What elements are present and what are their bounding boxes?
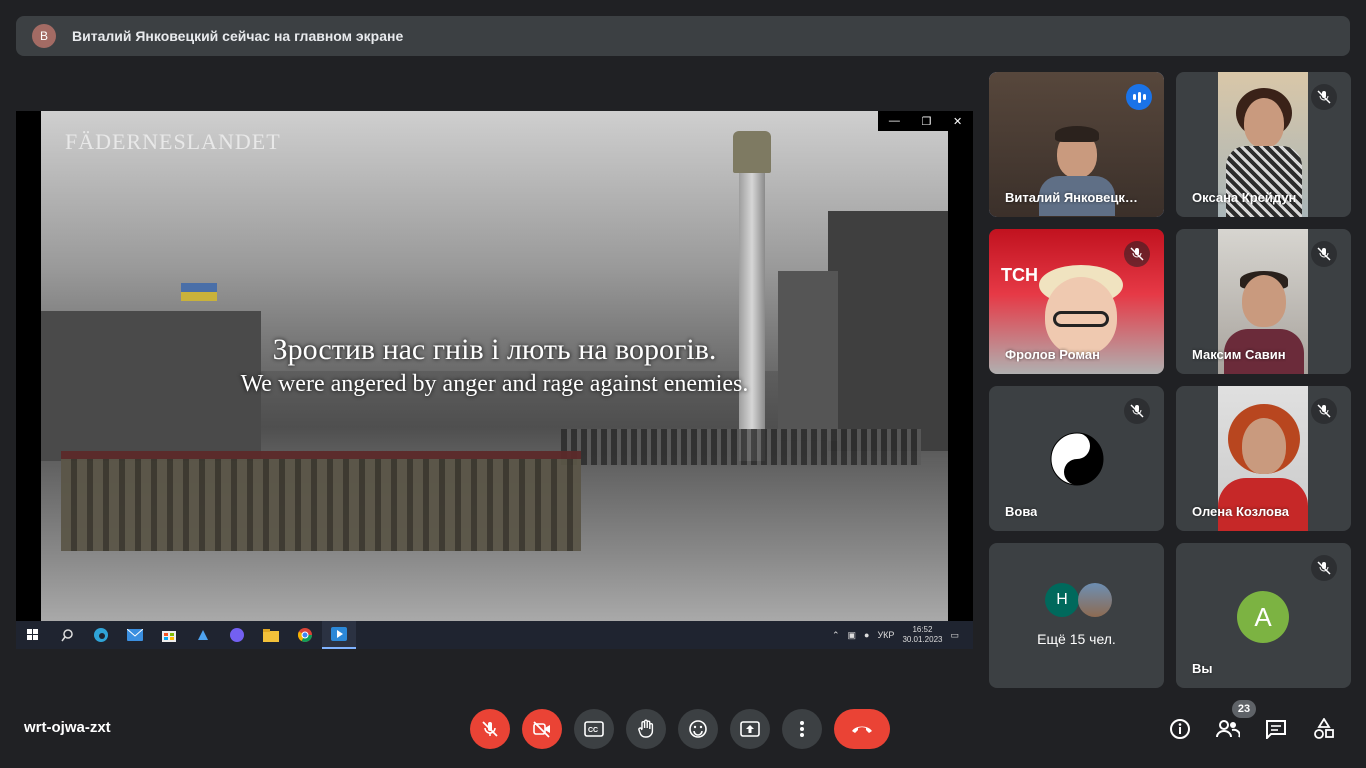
- present-screen-icon: [740, 721, 760, 737]
- search-icon[interactable]: [50, 621, 84, 649]
- mic-off-icon: [1124, 398, 1150, 424]
- people-icon: [1216, 720, 1240, 738]
- people-button[interactable]: [1213, 714, 1243, 744]
- mic-off-icon: [1311, 84, 1337, 110]
- face-shape: [1242, 418, 1286, 474]
- camera-toggle-button[interactable]: [522, 709, 562, 749]
- microphone-icon[interactable]: ●: [864, 630, 869, 640]
- mic-off-icon: [1311, 398, 1337, 424]
- chat-icon: [1266, 720, 1286, 739]
- participant-name: Оксана Крейдун: [1192, 190, 1297, 205]
- leave-call-button[interactable]: [834, 709, 890, 749]
- reactions-button[interactable]: [678, 709, 718, 749]
- emoji-icon: [689, 720, 707, 738]
- monument-capital: [733, 131, 771, 173]
- mic-off-icon: [1311, 555, 1337, 581]
- info-icon: [1170, 719, 1190, 739]
- file-explorer-icon[interactable]: [254, 621, 288, 649]
- edge-icon[interactable]: [84, 621, 118, 649]
- present-screen-button[interactable]: [730, 709, 770, 749]
- app-icon[interactable]: [186, 621, 220, 649]
- participant-name: Фролов Роман: [1005, 347, 1100, 362]
- system-tray: ⌃ ▣ ● УКР 16:52 30.01.2023 ▭: [832, 621, 959, 649]
- raise-hand-button[interactable]: [626, 709, 666, 749]
- participant-tile[interactable]: ТСН Фролов Роман: [989, 229, 1164, 374]
- video-logo: FÄDERNESLANDET: [65, 129, 281, 154]
- presenter-avatar: В: [32, 24, 56, 48]
- participant-name: Вы: [1192, 661, 1213, 676]
- captions-icon: CC: [584, 721, 604, 737]
- participant-tile[interactable]: Вова: [989, 386, 1164, 531]
- participant-avatar-photo: [1078, 583, 1112, 617]
- video-crowd: [561, 429, 921, 465]
- presentation-video: FÄDERNESLANDET Зростив нас гнів і лють н…: [41, 111, 948, 621]
- glasses-shape: [1053, 311, 1109, 327]
- chevron-up-icon[interactable]: ⌃: [832, 630, 840, 641]
- svg-text:CC: CC: [588, 727, 598, 734]
- window-controls: — ❐ ✕: [878, 111, 973, 131]
- taskbar-clock[interactable]: 16:52 30.01.2023: [902, 625, 942, 645]
- activities-button[interactable]: [1309, 714, 1339, 744]
- minimize-icon[interactable]: —: [889, 115, 900, 127]
- video-troops: [61, 451, 581, 551]
- yin-yang-icon: [1050, 432, 1104, 486]
- mic-off-icon: [482, 721, 498, 737]
- shared-screen: FÄDERNESLANDET Зростив нас гнів і лють н…: [16, 111, 973, 649]
- restore-icon[interactable]: ❐: [921, 115, 931, 128]
- presenting-banner: В Виталий Янковецкий сейчас на главном э…: [16, 16, 1350, 56]
- subtitle-ukrainian: Зростив нас гнів і лють на ворогів.: [272, 333, 717, 366]
- more-options-button[interactable]: [782, 709, 822, 749]
- meeting-code: wrt-ojwa-zxt: [24, 719, 111, 736]
- mic-off-icon: [1311, 241, 1337, 267]
- microphone-toggle-button[interactable]: [470, 709, 510, 749]
- chrome-icon[interactable]: [288, 621, 322, 649]
- participant-tile[interactable]: Максим Савин: [1176, 229, 1351, 374]
- face-shape: [1242, 275, 1286, 327]
- mail-icon[interactable]: [118, 621, 152, 649]
- store-icon[interactable]: [152, 621, 186, 649]
- participant-tile[interactable]: Оксана Крейдун: [1176, 72, 1351, 217]
- speaking-indicator-icon: [1126, 84, 1152, 110]
- monument-column: [739, 131, 765, 461]
- activities-icon: [1314, 718, 1334, 739]
- self-tile[interactable]: A Вы: [1176, 543, 1351, 688]
- video-building-right: [828, 211, 948, 451]
- notifications-icon[interactable]: ▭: [950, 630, 959, 641]
- more-participants-tile[interactable]: Н Ещё 15 чел.: [989, 543, 1164, 688]
- hair-shape: [1055, 126, 1099, 142]
- tsn-overlay-text: ТСН: [1001, 265, 1038, 285]
- hang-up-icon: [852, 726, 872, 733]
- close-icon[interactable]: ✕: [953, 115, 962, 128]
- presenting-banner-text: Виталий Янковецкий сейчас на главном экр…: [72, 28, 404, 44]
- more-participants-label: Ещё 15 чел.: [1037, 631, 1116, 647]
- mic-off-icon: [1124, 241, 1150, 267]
- more-vert-icon: [800, 721, 804, 737]
- captions-button[interactable]: CC: [574, 709, 614, 749]
- media-player-icon[interactable]: [322, 621, 356, 649]
- clock-time: 16:52: [912, 625, 933, 634]
- participant-name: Вова: [1005, 504, 1038, 519]
- meeting-details-button[interactable]: [1165, 714, 1195, 744]
- network-icon[interactable]: ▣: [848, 630, 857, 641]
- control-bar: wrt-ojwa-zxt CC 23: [0, 700, 1366, 756]
- subtitle-english: We were angered by anger and rage agains…: [240, 371, 749, 397]
- participant-avatar: Н: [1045, 583, 1079, 617]
- viber-icon[interactable]: [220, 621, 254, 649]
- participant-name: Олена Козлова: [1192, 504, 1290, 519]
- participant-name: Виталий Янковецк…: [1005, 190, 1138, 205]
- participant-tile[interactable]: Олена Козлова: [1176, 386, 1351, 531]
- sweater-shape: [1226, 146, 1302, 217]
- hand-icon: [638, 719, 654, 738]
- flag-image: [181, 283, 217, 301]
- participant-tile[interactable]: Виталий Янковецк…: [989, 72, 1164, 217]
- windows-taskbar: ⌃ ▣ ● УКР 16:52 30.01.2023 ▭: [16, 621, 973, 649]
- windows-start-icon[interactable]: [16, 621, 50, 649]
- self-avatar: A: [1237, 591, 1289, 643]
- camera-off-icon: [533, 721, 550, 738]
- clock-date: 30.01.2023: [902, 635, 943, 644]
- chat-button[interactable]: [1261, 714, 1291, 744]
- participant-name: Максим Савин: [1192, 347, 1286, 362]
- language-indicator[interactable]: УКР: [877, 630, 894, 640]
- face-shape: [1244, 98, 1284, 148]
